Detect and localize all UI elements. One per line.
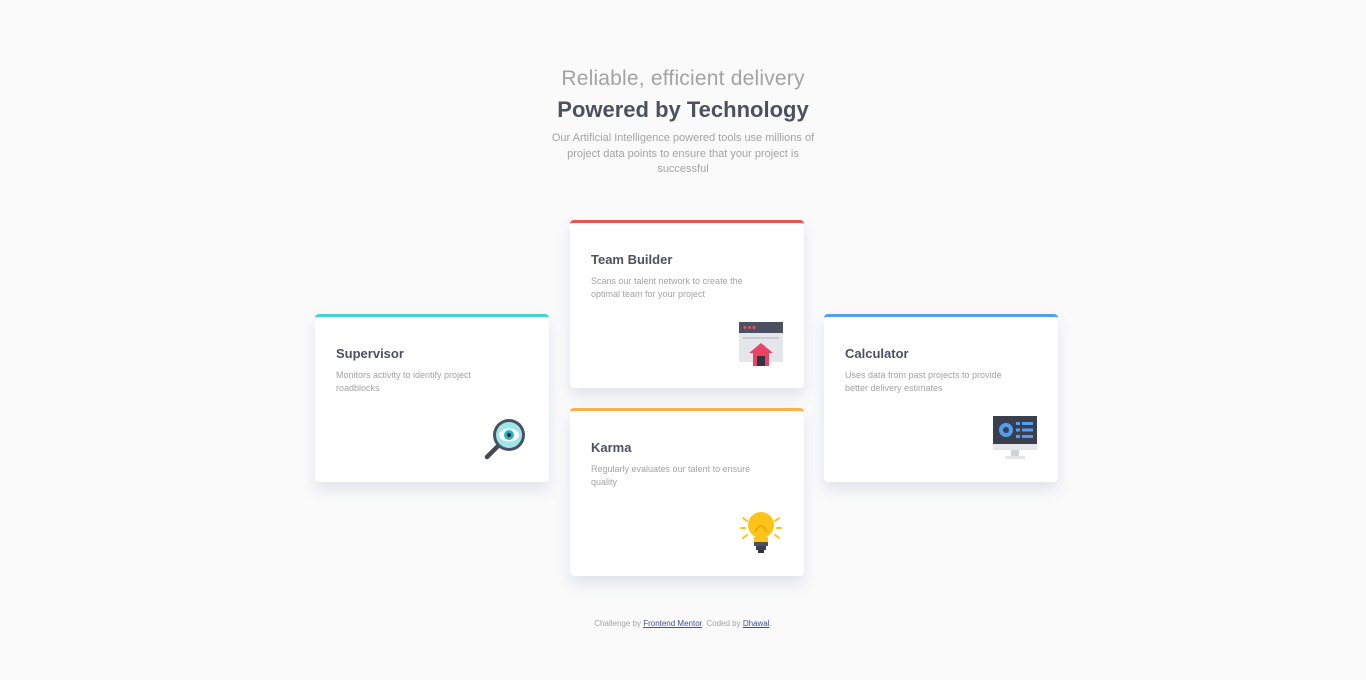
author-link[interactable]: Dhawal [743, 619, 770, 628]
footer-middle: . Coded by [701, 619, 743, 628]
lightbulb-icon [739, 510, 783, 554]
card-karma: Karma Regularly evaluates our talent to … [570, 408, 804, 576]
card-supervisor: Supervisor Monitors activity to identify… [315, 314, 549, 482]
card-team-builder: Team Builder Scans our talent network to… [570, 220, 804, 388]
card-calculator: Calculator Uses data from past projects … [824, 314, 1058, 482]
page: Reliable, efficient delivery Powered by … [0, 0, 1366, 680]
card-title: Calculator [845, 346, 909, 361]
card-description: Regularly evaluates our talent to ensure… [591, 464, 751, 487]
card-description: Scans our talent network to create the o… [591, 276, 743, 299]
card-description: Uses data from past projects to provide … [845, 370, 1002, 393]
frontend-mentor-link[interactable]: Frontend Mentor [643, 619, 702, 628]
page-subtitle: Reliable, efficient delivery [561, 67, 805, 90]
browser-upload-icon [739, 322, 783, 366]
card-description: Monitors activity to identify project ro… [336, 370, 472, 393]
page-title: Powered by Technology [557, 97, 809, 122]
footer-prefix: Challenge by [594, 619, 644, 628]
card-title: Supervisor [336, 346, 404, 361]
footer-attribution: Challenge by Frontend Mentor. Coded by D… [0, 619, 1366, 628]
header: Reliable, efficient delivery Powered by … [0, 64, 1366, 178]
card-title: Karma [591, 440, 632, 455]
footer-suffix: . [769, 619, 772, 628]
card-title: Team Builder [591, 252, 673, 267]
intro-text: Our Artificial Intelligence powered tool… [551, 132, 815, 175]
monitor-dashboard-icon [993, 416, 1037, 460]
magnifier-eye-icon [484, 416, 528, 460]
